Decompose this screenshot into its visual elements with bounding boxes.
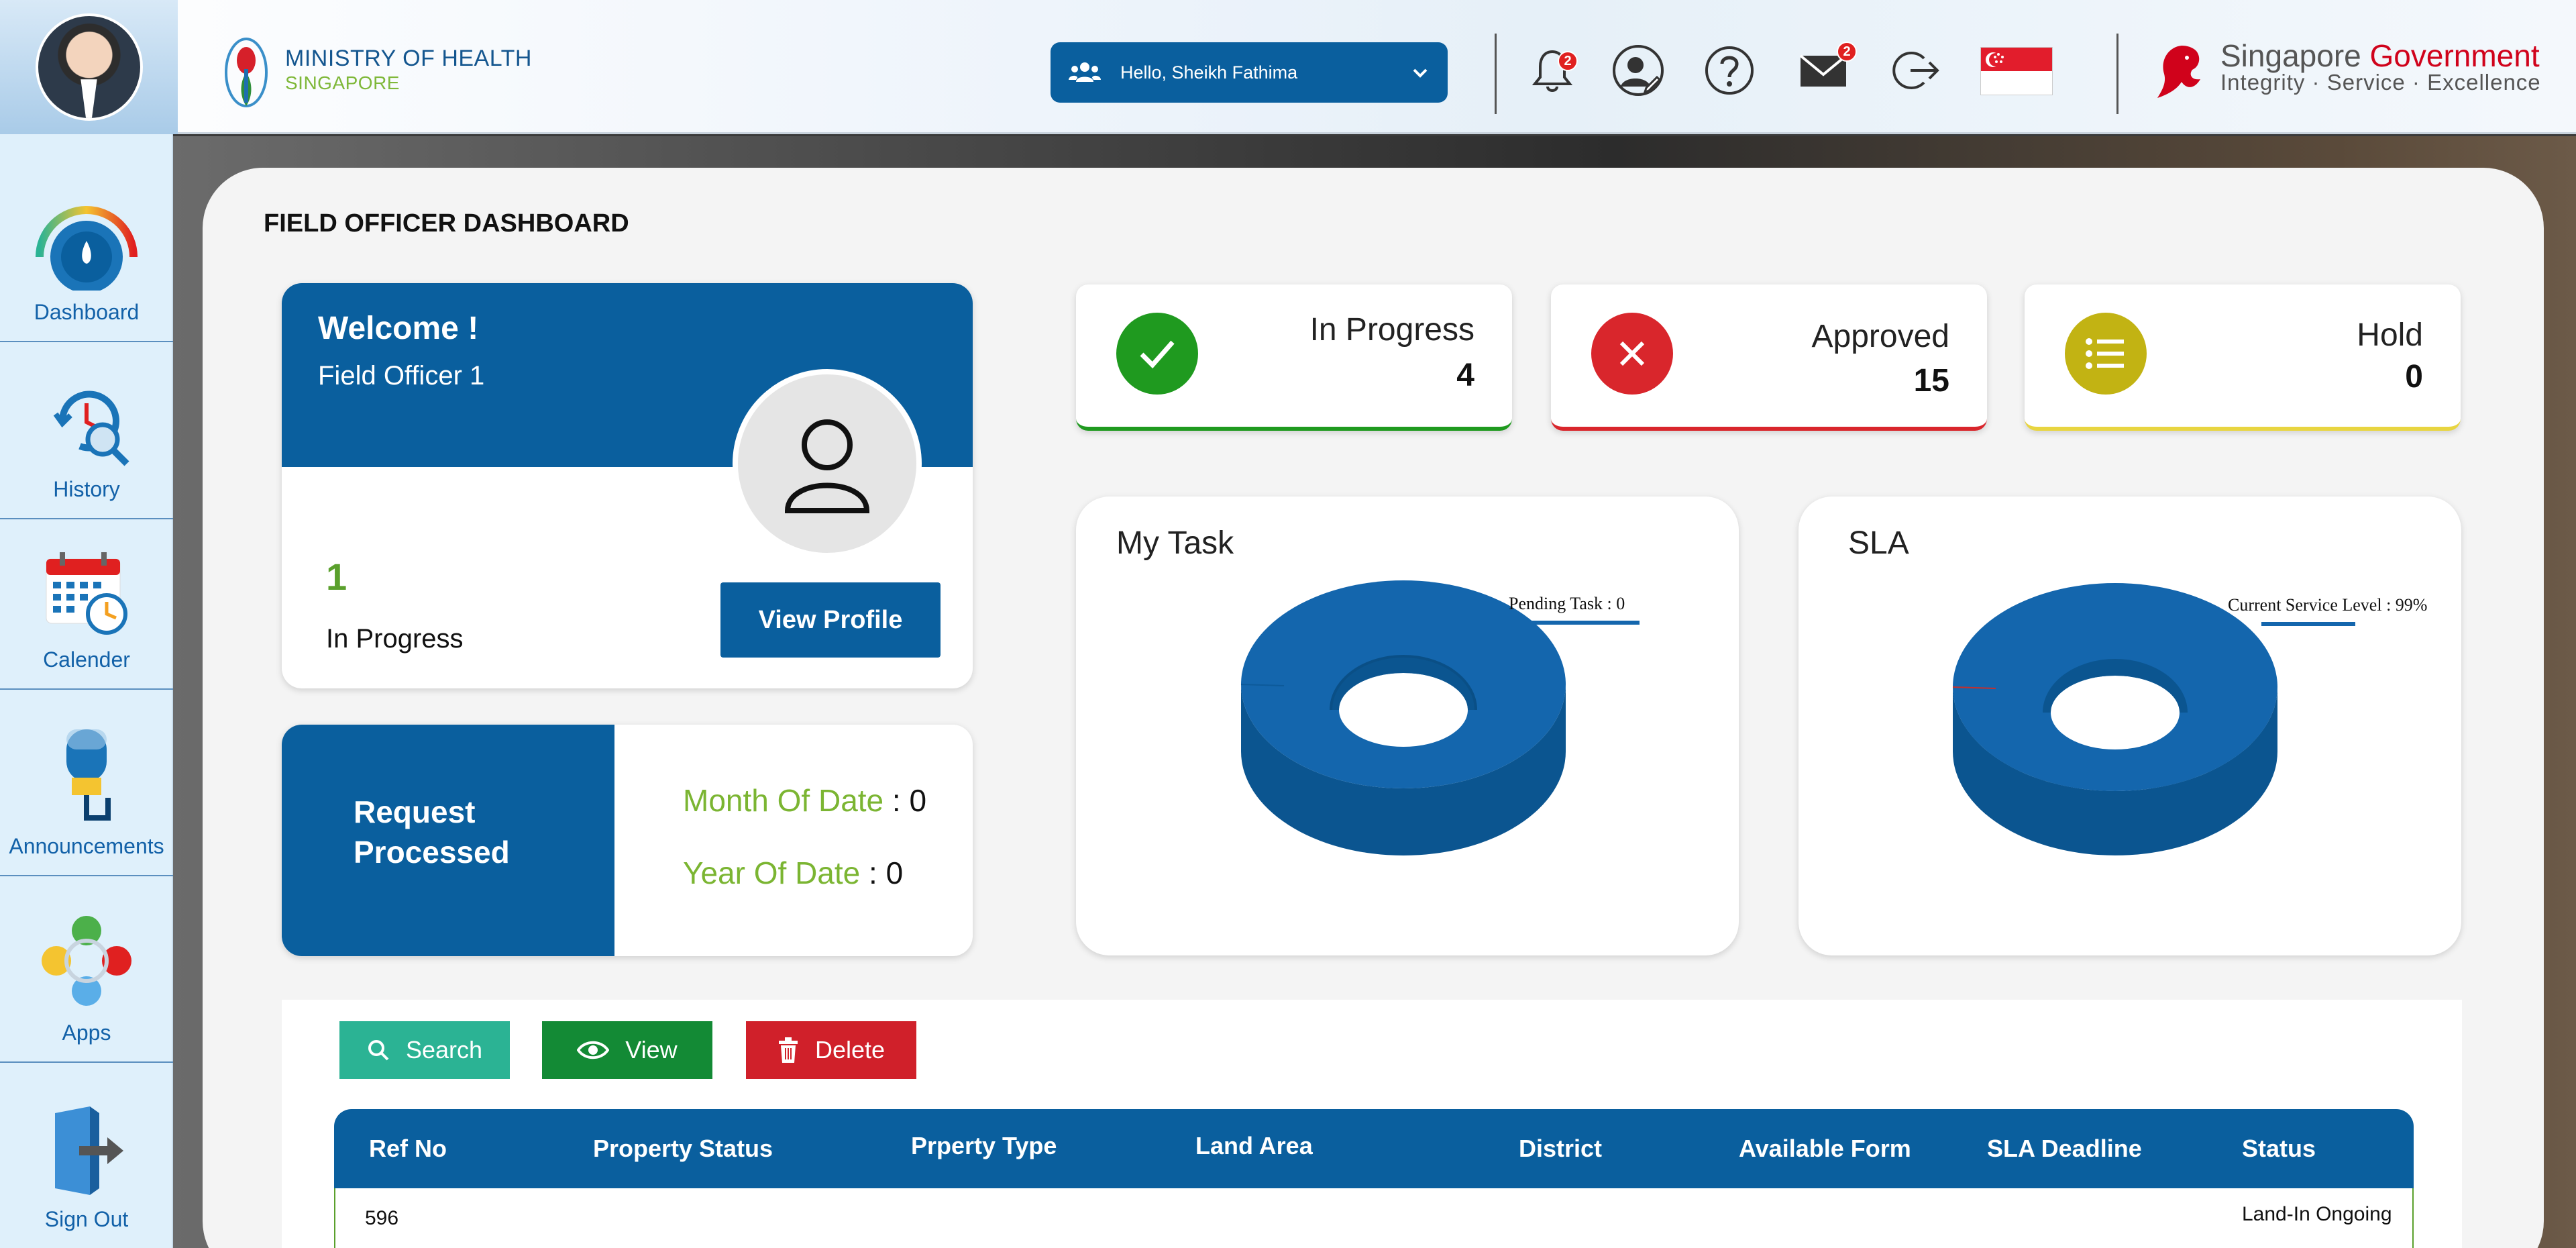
welcome-role: Field Officer 1 [318, 361, 485, 391]
delete-button[interactable]: Delete [746, 1021, 916, 1079]
eye-icon [577, 1041, 610, 1059]
gauge-icon [36, 206, 138, 291]
column-header-available-form[interactable]: Available Form [1739, 1109, 1911, 1188]
welcome-greeting: Welcome ! [318, 311, 479, 346]
welcome-card: Welcome ! Field Officer 1 1 In Progress … [282, 283, 973, 688]
singapore-flag[interactable] [1980, 47, 2053, 95]
top-header: MINISTRY OF HEALTH SINGAPORE Hello, Shei… [0, 0, 2576, 134]
year-of-date: Year Of Date : 0 [683, 855, 904, 890]
search-icon [368, 1040, 389, 1061]
request-processed-card: Request Processed Month Of Date : 0 Year… [282, 725, 973, 956]
search-button-label: Search [405, 1036, 483, 1063]
my-task-chart-card: My Task Pending Task : 0 [1076, 497, 1739, 955]
in-progress-count: 1 [326, 556, 347, 598]
sidebar-item-label: Announcements [9, 834, 164, 858]
chevron-down-icon [1413, 68, 1428, 78]
view-button[interactable]: View [542, 1021, 712, 1079]
singapore-lion-logo [2157, 46, 2200, 98]
column-header-land-area[interactable]: Land Area [1195, 1106, 1313, 1186]
page-title: FIELD OFFICER DASHBOARD [264, 209, 629, 238]
users-icon [1069, 62, 1101, 82]
stat-card-hold[interactable]: Hold 0 [2025, 284, 2461, 431]
column-header-sla-deadline[interactable]: SLA Deadline [1987, 1109, 2142, 1188]
messages-badge: 2 [1837, 42, 1857, 62]
sign-out-icon [55, 1106, 123, 1195]
stat-value: 15 [1913, 363, 1949, 399]
ministry-title: MINISTRY OF HEALTH [285, 46, 532, 71]
column-header-property-type[interactable]: Prperty Type [911, 1106, 1057, 1186]
view-profile-button[interactable]: View Profile [720, 582, 941, 658]
cell-status: Land-In Ongoing [2242, 1203, 2392, 1225]
sidebar-item-label: Sign Out [44, 1207, 129, 1231]
chart-annotation: Current Service Level : 99% [2228, 595, 2427, 615]
chart-annotation: Pending Task : 0 [1509, 594, 1625, 613]
sidebar-item-label: Calender [43, 647, 130, 672]
header-divider [2116, 34, 2118, 114]
sla-chart-card: SLA Current Service Level : 99% [1799, 497, 2461, 955]
user-greeting: Hello, Sheikh Fathima [1120, 62, 1298, 83]
government-title: Singapore Government [2220, 38, 2540, 73]
stat-card-in-progress[interactable]: In Progress 4 [1076, 284, 1512, 431]
stat-card-approved[interactable]: Approved 15 [1551, 284, 1987, 431]
sidebar-item-history[interactable]: History [0, 342, 173, 519]
sla-donut-chart: Current Service Level : 99% [1952, 583, 2427, 855]
stat-label: In Progress [1309, 312, 1474, 348]
table-header: Ref No Property Status Prperty Type Land… [334, 1109, 2414, 1188]
user-avatar-cell[interactable] [0, 0, 178, 134]
column-header-status[interactable]: Status [2242, 1109, 2316, 1188]
user-icon [784, 419, 870, 513]
delete-button-label: Delete [814, 1036, 885, 1063]
month-of-date: Month Of Date : 0 [683, 783, 927, 818]
profile-picture [733, 369, 922, 558]
ministry-subtitle: SINGAPORE [285, 72, 400, 93]
close-icon [1591, 313, 1673, 395]
my-task-donut-chart: Pending Task : 0 [1240, 580, 1640, 855]
logout-icon[interactable] [1890, 44, 1944, 97]
cell-ref-no: 596 [365, 1207, 399, 1229]
donut-hole-inner [2051, 676, 2180, 749]
moh-logo [225, 38, 268, 107]
sidebar-item-calender[interactable]: Calender [0, 519, 173, 690]
calendar-clock-icon [46, 552, 127, 635]
column-header-property-status[interactable]: Property Status [593, 1109, 773, 1188]
sidebar: Dashboard History Calender Announcements… [0, 134, 173, 1248]
user-edit-icon[interactable] [1611, 44, 1665, 97]
sidebar-item-label: History [53, 477, 120, 501]
column-header-district[interactable]: District [1519, 1109, 1602, 1188]
apps-icon [42, 916, 131, 1006]
sidebar-item-label: Dashboard [34, 300, 140, 324]
user-dropdown[interactable]: Hello, Sheikh Fathima [1051, 42, 1448, 103]
view-button-label: View [625, 1036, 678, 1063]
trash-icon [778, 1037, 798, 1063]
sidebar-item-apps[interactable]: Apps [0, 876, 173, 1063]
stat-value: 0 [2405, 359, 2423, 395]
history-search-icon [53, 391, 129, 466]
stat-label: Approved [1811, 319, 1949, 354]
search-button[interactable]: Search [339, 1021, 510, 1079]
sidebar-item-dashboard[interactable]: Dashboard [0, 134, 173, 342]
column-header-ref-no[interactable]: Ref No [369, 1109, 447, 1188]
avatar[interactable] [35, 13, 143, 121]
sidebar-item-label: Apps [62, 1021, 111, 1045]
help-icon[interactable] [1703, 44, 1756, 97]
notification-badge: 2 [1558, 51, 1578, 71]
sidebar-item-announcements[interactable]: Announcements [0, 690, 173, 876]
sidebar-item-sign-out[interactable]: Sign Out [0, 1063, 173, 1248]
request-processed-title: Request Processed [354, 794, 510, 870]
in-progress-label: In Progress [326, 624, 464, 654]
microphone-icon [66, 729, 111, 821]
list-icon [2065, 313, 2147, 395]
stat-value: 4 [1456, 358, 1474, 393]
government-tagline: Integrity · Service · Excellence [2220, 70, 2541, 95]
table-row[interactable]: 596 Land-In Ongoing [334, 1188, 2414, 1248]
stat-label: Hold [2357, 317, 2423, 353]
header-divider [1495, 34, 1497, 114]
check-icon [1116, 313, 1198, 395]
donut-hole-inner [1339, 673, 1468, 747]
